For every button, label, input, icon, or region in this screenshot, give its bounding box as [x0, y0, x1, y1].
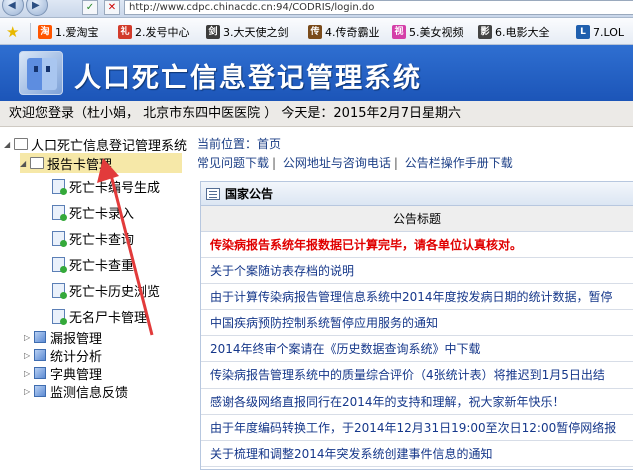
contact-link[interactable]: 公网地址与咨询电话 — [283, 156, 391, 170]
back-arrow-icon: ◀ — [8, 0, 16, 11]
expand-icon[interactable]: ▷ — [24, 369, 34, 378]
go-icon[interactable]: ✓ — [82, 0, 98, 15]
back-button[interactable]: ◀ — [2, 0, 24, 16]
module-icon — [34, 367, 46, 379]
tree-item-report-card[interactable]: ◢ 报告卡管理 — [20, 153, 182, 173]
taobao-icon: 淘 — [38, 25, 52, 39]
app-header: 人口死亡信息登记管理系统 — [0, 45, 633, 101]
announcement-row[interactable]: 由于计算传染病报告管理信息系统中2014年度按发病日期的统计数据，暂停 — [201, 284, 633, 311]
video-icon: 视 — [392, 25, 406, 39]
collapse-icon[interactable]: ◢ — [20, 159, 30, 168]
forward-arrow-icon: ▶ — [32, 0, 40, 11]
list-icon — [206, 187, 220, 200]
tree-item-feedback[interactable]: ▷ 监测信息反馈 — [24, 381, 128, 401]
system-logo-icon — [19, 51, 63, 95]
tree-item-card-history[interactable]: 死亡卡历史浏览 — [52, 280, 160, 300]
collapse-icon[interactable]: ◢ — [4, 140, 14, 149]
nav-tree: ◢ 人口死亡信息登记管理系统 ◢ 报告卡管理 死亡卡编号生成 死亡卡录入 死亡卡… — [0, 134, 192, 470]
favorite-link-5[interactable]: 视 5.美女视频 — [392, 24, 464, 40]
favorites-star-icon[interactable]: ★ — [6, 23, 19, 41]
main-content: 当前位置：首页 常见问题下载 | 公网地址与咨询电话 | 公告栏操作手册下载 国家公… — [193, 134, 633, 470]
announcement-row[interactable]: 2014年终审个案请在《历史数据查询系统》中下载 — [201, 336, 633, 363]
document-icon — [52, 308, 67, 325]
tree-root[interactable]: ◢ 人口死亡信息登记管理系统 — [4, 134, 187, 154]
module-icon — [34, 331, 46, 343]
column-header: 公告标题 — [201, 206, 633, 232]
document-icon — [52, 204, 67, 221]
game2-icon: 传 — [308, 25, 322, 39]
favorites-bar: ★ 淘 1.爱淘宝 礼 2.发号中心 剑 3.大天使之剑 传 4.传奇霸业 视 … — [0, 18, 633, 45]
app-title: 人口死亡信息登记管理系统 — [74, 63, 422, 94]
favorite-link-7[interactable]: L 7.LOL — [576, 24, 624, 40]
announcement-row[interactable]: 中国疾病预防控制系统暂停应用服务的通知 — [201, 310, 633, 337]
tree-item-card-dedupe[interactable]: 死亡卡查重 — [52, 254, 134, 274]
gift-icon: 礼 — [118, 25, 132, 39]
panel-header: 国家公告 — [201, 182, 633, 206]
forward-button[interactable]: ▶ — [26, 0, 48, 16]
announcement-row[interactable]: 感谢各级网络直报同行在2014年的支持和理解，祝大家新年快乐！ — [201, 389, 633, 415]
announcement-panel: 国家公告 公告标题 传染病报告系统年报数据已计算完毕，请各单位认真核对。 关于个… — [200, 181, 633, 470]
announcement-row[interactable]: 传染病报告系统年报数据已计算完毕，请各单位认真核对。 — [201, 232, 633, 259]
announcement-row[interactable]: 传染病报告管理系统中的质量综合评价（4张统计表）将推迟到1月5日出结 — [201, 362, 633, 389]
faq-download-link[interactable]: 常见问题下载 — [197, 156, 269, 170]
welcome-bar: 欢迎您登录（杜小娟， 北京市东四中医医院 ） 今天是：2015年2月7日星期六 — [0, 101, 633, 127]
lol-icon: L — [576, 25, 590, 39]
manual-download-link[interactable]: 公告栏操作手册下载 — [405, 156, 513, 170]
book-icon — [14, 138, 28, 150]
tree-item-card-query[interactable]: 死亡卡查询 — [52, 228, 134, 248]
game-icon: 剑 — [206, 25, 220, 39]
tree-item-dictionary[interactable]: ▷ 字典管理 — [24, 363, 102, 383]
favorite-link-1[interactable]: 淘 1.爱淘宝 — [38, 24, 99, 40]
tree-item-card-number[interactable]: 死亡卡编号生成 — [52, 176, 160, 196]
expand-icon[interactable]: ▷ — [24, 333, 34, 342]
module-icon — [34, 349, 46, 361]
browser-address-bar: ◀ ▶ ✓ ✕ http://www.cdpc.chinacdc.cn:94/C… — [0, 0, 633, 18]
favorite-link-6[interactable]: 影 6.电影大全 — [478, 24, 550, 40]
stop-icon[interactable]: ✕ — [104, 0, 120, 15]
tree-item-statistics[interactable]: ▷ 统计分析 — [24, 345, 102, 365]
document-icon — [52, 282, 67, 299]
tree-item-unnamed-card[interactable]: 无名尸卡管理 — [52, 306, 147, 326]
breadcrumb: 当前位置：首页 — [197, 137, 282, 151]
announcement-row[interactable]: 关于个案随访表存档的说明 — [201, 258, 633, 285]
book-icon — [30, 157, 44, 169]
favorites-separator — [30, 23, 31, 40]
document-icon — [52, 178, 67, 195]
document-icon — [52, 256, 67, 273]
expand-icon[interactable]: ▷ — [24, 387, 34, 396]
tree-item-missed-report[interactable]: ▷ 漏报管理 — [24, 327, 102, 347]
tree-item-card-entry[interactable]: 死亡卡录入 — [52, 202, 134, 222]
favorite-link-2[interactable]: 礼 2.发号中心 — [118, 24, 190, 40]
announcement-row[interactable]: 由于年度编码转换工作，于2014年12月31日19:00至次日12:00暂停网络… — [201, 415, 633, 441]
quick-links: 常见问题下载 | 公网地址与咨询电话 | 公告栏操作手册下载 — [197, 156, 513, 170]
expand-icon[interactable]: ▷ — [24, 351, 34, 360]
film-icon: 影 — [478, 25, 492, 39]
module-icon — [34, 385, 46, 397]
url-field[interactable]: http://www.cdpc.chinacdc.cn:94/CODRIS/lo… — [124, 0, 633, 15]
announcement-row[interactable]: 关于梳理和调整2014年突发系统创建事件信息的通知 — [201, 441, 633, 467]
document-icon — [52, 230, 67, 247]
favorite-link-3[interactable]: 剑 3.大天使之剑 — [206, 24, 289, 40]
favorite-link-4[interactable]: 传 4.传奇霸业 — [308, 24, 380, 40]
